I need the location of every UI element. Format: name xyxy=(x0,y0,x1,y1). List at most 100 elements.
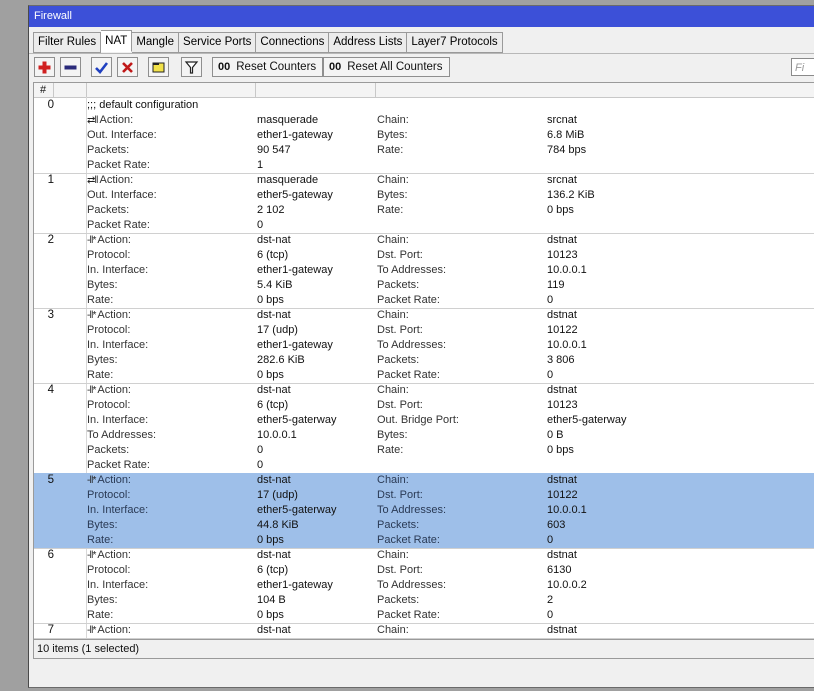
table-row[interactable]: 1 ⇄‖ Action: masquerade Chain: srcnat Out. Int… xyxy=(34,173,814,234)
comment-icon xyxy=(152,62,165,73)
row-line: In. Interface: ether1-gateway To Addresses… xyxy=(34,263,814,278)
column-header-blank[interactable] xyxy=(54,83,87,97)
field-value: 2 xyxy=(547,594,554,606)
plus-icon xyxy=(38,61,51,74)
table-row[interactable]: 2 -‖* Action: dst-nat Chain: dstnat Protocol: 6… xyxy=(34,233,814,309)
remove-button[interactable] xyxy=(60,57,81,77)
disable-button[interactable] xyxy=(117,57,138,77)
x-icon xyxy=(122,62,133,73)
field-label: Chain: xyxy=(377,474,409,486)
reset-icon: 00 xyxy=(218,61,231,73)
tab-nat[interactable]: NAT xyxy=(101,30,133,52)
tab-bar: Filter Rules NAT Mangle Service Ports Connec… xyxy=(33,30,503,53)
comment-button[interactable] xyxy=(148,57,169,77)
dst-nat-icon: -‖* xyxy=(87,235,96,246)
tab-service-ports[interactable]: Service Ports xyxy=(179,32,257,53)
field-label: Packet Rate: xyxy=(87,459,150,471)
row-line: In. Interface: ether5-gaterway Out. Bridge… xyxy=(34,413,814,428)
field-label: -‖* Action: xyxy=(87,548,131,563)
field-value: dst-nat xyxy=(257,234,291,246)
field-label: ⇄‖ Action: xyxy=(87,173,133,188)
field-value: ether1-gateway xyxy=(257,264,333,276)
field-label: Protocol: xyxy=(87,564,131,576)
find-input[interactable]: Fi xyxy=(791,58,814,76)
table-row[interactable]: 6 -‖* Action: dst-nat Chain: dstnat Protocol: 6… xyxy=(34,548,814,624)
field-value: 10122 xyxy=(547,324,578,336)
field-label: Bytes: xyxy=(377,129,408,141)
field-label: -‖* Action: xyxy=(87,308,131,323)
tab-layer7-protocols[interactable]: Layer7 Protocols xyxy=(407,32,503,53)
field-label: Packets: xyxy=(87,444,130,456)
filter-icon xyxy=(184,61,199,74)
field-value: 6 (tcp) xyxy=(257,249,289,261)
tab-connections[interactable]: Connections xyxy=(256,32,330,53)
table-row[interactable]: 5 -‖* Action: dst-nat Chain: dstnat Protocol: 1… xyxy=(34,473,814,549)
field-label: Out. Bridge Port: xyxy=(377,414,459,426)
field-value: 6130 xyxy=(547,564,572,576)
tab-mangle[interactable]: Mangle xyxy=(132,32,180,53)
dst-nat-icon: -‖* xyxy=(87,385,96,396)
row-line: Packet Rate: 0 xyxy=(34,458,814,473)
table-row[interactable]: 3 -‖* Action: dst-nat Chain: dstnat Protocol: 1… xyxy=(34,308,814,384)
status-bar: 10 items (1 selected) xyxy=(33,639,814,659)
row-line: Rate: 0 bps Packet Rate: 0 xyxy=(34,608,814,623)
field-value: 10123 xyxy=(547,249,578,261)
row-line: Packet Rate: 1 xyxy=(34,158,814,173)
column-header-num[interactable]: # xyxy=(34,83,54,97)
field-value: 10.0.0.1 xyxy=(257,429,297,441)
field-value: 0 xyxy=(547,294,554,306)
field-label: Bytes: xyxy=(377,429,408,441)
reset-all-counters-label: Reset All Counters xyxy=(347,61,443,73)
check-icon xyxy=(95,62,109,74)
reset-all-counters-button[interactable]: 00 Reset All Counters xyxy=(323,57,450,77)
field-value: 0 xyxy=(257,444,264,456)
table-row[interactable]: 4 -‖* Action: dst-nat Chain: dstnat Protocol: 6… xyxy=(34,383,814,474)
row-line: In. Interface: ether1-gateway To Addresses… xyxy=(34,578,814,593)
enable-button[interactable] xyxy=(91,57,112,77)
field-label: Rate: xyxy=(87,294,114,306)
reset-counters-button[interactable]: 00 Reset Counters xyxy=(212,57,324,77)
reset-all-icon: 00 xyxy=(329,61,342,73)
field-value: 0 bps xyxy=(257,369,284,381)
row-line: Bytes: 5.4 KiB Packets: 119 xyxy=(34,278,814,293)
field-label: Rate: xyxy=(377,444,404,456)
column-header-blank[interactable] xyxy=(375,83,814,97)
add-button[interactable] xyxy=(34,57,55,77)
field-label: In. Interface: xyxy=(87,414,149,426)
tab-filter-rules[interactable]: Filter Rules xyxy=(33,32,102,53)
field-value: 0 bps xyxy=(257,609,284,621)
row-line: Protocol: 6 (tcp) Dst. Port: 10123 xyxy=(34,248,814,263)
toolbar: 00 Reset Counters 00 Reset All Counters … xyxy=(29,53,814,81)
field-value: srcnat xyxy=(547,114,577,126)
filter-button[interactable] xyxy=(181,57,202,77)
field-label: -‖* Action: xyxy=(87,383,131,398)
field-value: dstnat xyxy=(547,624,577,636)
field-value: dstnat xyxy=(547,309,577,321)
field-label-text: Action: xyxy=(97,309,131,321)
column-header-blank[interactable] xyxy=(86,83,256,97)
field-label: Bytes: xyxy=(87,279,118,291)
field-value: dst-nat xyxy=(257,384,291,396)
row-line: -‖* Action: dst-nat Chain: dstnat xyxy=(34,473,814,488)
tab-address-lists[interactable]: Address Lists xyxy=(329,32,408,53)
column-header-blank[interactable] xyxy=(255,83,376,97)
row-line: Rate: 0 bps Packet Rate: 0 xyxy=(34,533,814,548)
field-label: In. Interface: xyxy=(87,579,149,591)
field-value: 136.2 KiB xyxy=(547,189,595,201)
field-label: Rate: xyxy=(377,204,404,216)
field-value: dstnat xyxy=(547,474,577,486)
field-label: Packets: xyxy=(377,519,420,531)
field-label-text: Action: xyxy=(97,474,131,486)
field-value: 0 B xyxy=(547,429,564,441)
row-line: Rate: 0 bps Packet Rate: 0 xyxy=(34,293,814,308)
field-value: 3 806 xyxy=(547,354,575,366)
minus-icon xyxy=(64,65,77,70)
table-row[interactable]: 0;;; default configuration ⇄‖ Action: masqu… xyxy=(34,98,814,174)
field-label: Packet Rate: xyxy=(377,534,440,546)
window-title: Firewall xyxy=(29,6,814,27)
field-label: Chain: xyxy=(377,114,409,126)
row-line: To Addresses: 10.0.0.1 Bytes: 0 B xyxy=(34,428,814,443)
reset-counters-label: Reset Counters xyxy=(236,61,317,73)
field-value: 0 bps xyxy=(257,294,284,306)
table-row[interactable]: 7 -‖* Action: dst-nat Chain: dstnat xyxy=(34,623,814,639)
